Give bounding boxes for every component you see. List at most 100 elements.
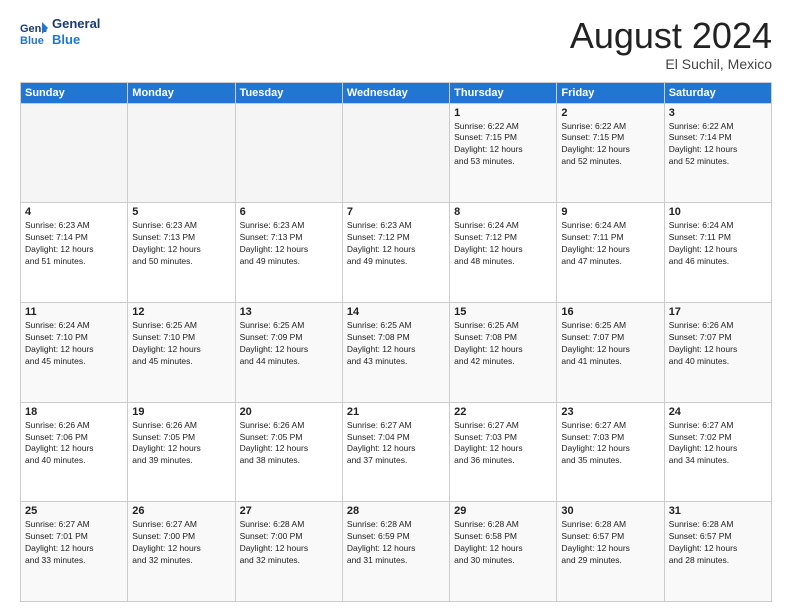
calendar-cell [342,103,449,203]
day-info: Sunrise: 6:24 AM Sunset: 7:10 PM Dayligh… [25,320,123,368]
calendar-cell: 30 Sunrise: 6:28 AM Sunset: 6:57 PM Dayli… [557,502,664,602]
calendar-cell: 9 Sunrise: 6:24 AM Sunset: 7:11 PM Daylig… [557,203,664,303]
title-block: August 2024 El Suchil, Mexico [570,16,772,72]
day-info: Sunrise: 6:25 AM Sunset: 7:08 PM Dayligh… [454,320,552,368]
calendar-week-4: 18 Sunrise: 6:26 AM Sunset: 7:06 PM Dayli… [21,402,772,502]
calendar-cell: 13Sunrise: 6:25 AM Sunset: 7:09 PM Dayli… [235,302,342,402]
day-info: Sunrise: 6:22 AM Sunset: 7:15 PM Dayligh… [561,121,659,169]
day-info: Sunrise: 6:28 AM Sunset: 6:58 PM Dayligh… [454,519,552,567]
day-info: Sunrise: 6:27 AM Sunset: 7:03 PM Dayligh… [454,420,552,468]
day-number: 14 [347,306,445,318]
calendar-cell: 20 Sunrise: 6:26 AM Sunset: 7:05 PM Dayli… [235,402,342,502]
calendar-cell [235,103,342,203]
calendar-cell: 5 Sunrise: 6:23 AM Sunset: 7:13 PM Daylig… [128,203,235,303]
day-number: 30 [561,505,659,517]
day-info: Sunrise: 6:25 AM Sunset: 7:07 PM Dayligh… [561,320,659,368]
calendar-cell: 14 Sunrise: 6:25 AM Sunset: 7:08 PM Dayli… [342,302,449,402]
calendar-cell: 24 Sunrise: 6:27 AM Sunset: 7:02 PM Dayli… [664,402,771,502]
logo-icon: General Blue [20,18,48,46]
calendar-week-5: 25 Sunrise: 6:27 AM Sunset: 7:01 PM Dayli… [21,502,772,602]
calendar-cell [128,103,235,203]
col-header-saturday: Saturday [664,82,771,103]
day-number: 17 [669,306,767,318]
logo-text-general: General [52,16,100,32]
calendar-cell: 22Sunrise: 6:27 AM Sunset: 7:03 PM Dayli… [450,402,557,502]
day-info: Sunrise: 6:27 AM Sunset: 7:04 PM Dayligh… [347,420,445,468]
header: General Blue General Blue August 2024 El… [20,16,772,72]
calendar-cell: 19 Sunrise: 6:26 AM Sunset: 7:05 PM Dayli… [128,402,235,502]
day-number: 16 [561,306,659,318]
calendar-week-2: 4Sunrise: 6:23 AM Sunset: 7:14 PM Daylig… [21,203,772,303]
day-number: 25 [25,505,123,517]
calendar-cell: 31 Sunrise: 6:28 AM Sunset: 6:57 PM Dayli… [664,502,771,602]
logo-text-blue: Blue [52,32,100,48]
calendar-cell: 21 Sunrise: 6:27 AM Sunset: 7:04 PM Dayli… [342,402,449,502]
day-info: Sunrise: 6:27 AM Sunset: 7:03 PM Dayligh… [561,420,659,468]
day-info: Sunrise: 6:27 AM Sunset: 7:02 PM Dayligh… [669,420,767,468]
day-info: Sunrise: 6:24 AM Sunset: 7:11 PM Dayligh… [561,220,659,268]
col-header-thursday: Thursday [450,82,557,103]
calendar-cell: 4Sunrise: 6:23 AM Sunset: 7:14 PM Daylig… [21,203,128,303]
day-info: Sunrise: 6:27 AM Sunset: 7:00 PM Dayligh… [132,519,230,567]
calendar-cell: 8 Sunrise: 6:24 AM Sunset: 7:12 PM Daylig… [450,203,557,303]
day-number: 23 [561,406,659,418]
day-number: 24 [669,406,767,418]
day-info: Sunrise: 6:24 AM Sunset: 7:12 PM Dayligh… [454,220,552,268]
calendar-cell: 23 Sunrise: 6:27 AM Sunset: 7:03 PM Dayli… [557,402,664,502]
day-number: 21 [347,406,445,418]
day-number: 19 [132,406,230,418]
day-number: 1 [454,107,552,119]
day-info: Sunrise: 6:23 AM Sunset: 7:14 PM Dayligh… [25,220,123,268]
day-number: 31 [669,505,767,517]
calendar-cell: 26 Sunrise: 6:27 AM Sunset: 7:00 PM Dayli… [128,502,235,602]
day-number: 12 [132,306,230,318]
calendar-header-row: SundayMondayTuesdayWednesdayThursdayFrid… [21,82,772,103]
col-header-sunday: Sunday [21,82,128,103]
day-number: 18 [25,406,123,418]
day-info: Sunrise: 6:26 AM Sunset: 7:05 PM Dayligh… [240,420,338,468]
calendar-cell: 12Sunrise: 6:25 AM Sunset: 7:10 PM Dayli… [128,302,235,402]
calendar-cell: 17 Sunrise: 6:26 AM Sunset: 7:07 PM Dayli… [664,302,771,402]
day-info: Sunrise: 6:27 AM Sunset: 7:01 PM Dayligh… [25,519,123,567]
calendar-cell: 10Sunrise: 6:24 AM Sunset: 7:11 PM Dayli… [664,203,771,303]
day-info: Sunrise: 6:28 AM Sunset: 6:57 PM Dayligh… [669,519,767,567]
day-number: 6 [240,206,338,218]
day-info: Sunrise: 6:26 AM Sunset: 7:05 PM Dayligh… [132,420,230,468]
calendar-cell: 3 Sunrise: 6:22 AM Sunset: 7:14 PM Daylig… [664,103,771,203]
day-info: Sunrise: 6:26 AM Sunset: 7:07 PM Dayligh… [669,320,767,368]
day-info: Sunrise: 6:25 AM Sunset: 7:08 PM Dayligh… [347,320,445,368]
calendar-cell: 15 Sunrise: 6:25 AM Sunset: 7:08 PM Dayli… [450,302,557,402]
calendar-table: SundayMondayTuesdayWednesdayThursdayFrid… [20,82,772,602]
day-info: Sunrise: 6:26 AM Sunset: 7:06 PM Dayligh… [25,420,123,468]
day-number: 20 [240,406,338,418]
calendar-cell: 11 Sunrise: 6:24 AM Sunset: 7:10 PM Dayli… [21,302,128,402]
day-info: Sunrise: 6:22 AM Sunset: 7:15 PM Dayligh… [454,121,552,169]
day-number: 15 [454,306,552,318]
day-number: 13 [240,306,338,318]
day-number: 9 [561,206,659,218]
day-number: 27 [240,505,338,517]
day-number: 2 [561,107,659,119]
day-info: Sunrise: 6:28 AM Sunset: 6:57 PM Dayligh… [561,519,659,567]
col-header-tuesday: Tuesday [235,82,342,103]
day-number: 8 [454,206,552,218]
calendar-week-3: 11 Sunrise: 6:24 AM Sunset: 7:10 PM Dayli… [21,302,772,402]
location: El Suchil, Mexico [570,56,772,72]
day-number: 29 [454,505,552,517]
calendar-cell: 27Sunrise: 6:28 AM Sunset: 7:00 PM Dayli… [235,502,342,602]
calendar-cell [21,103,128,203]
logo: General Blue General Blue [20,16,100,47]
day-info: Sunrise: 6:22 AM Sunset: 7:14 PM Dayligh… [669,121,767,169]
day-number: 5 [132,206,230,218]
day-info: Sunrise: 6:23 AM Sunset: 7:13 PM Dayligh… [132,220,230,268]
day-number: 26 [132,505,230,517]
day-info: Sunrise: 6:28 AM Sunset: 6:59 PM Dayligh… [347,519,445,567]
calendar-cell: 1 Sunrise: 6:22 AM Sunset: 7:15 PM Daylig… [450,103,557,203]
calendar-cell: 29 Sunrise: 6:28 AM Sunset: 6:58 PM Dayli… [450,502,557,602]
calendar-cell: 7Sunrise: 6:23 AM Sunset: 7:12 PM Daylig… [342,203,449,303]
calendar-cell: 2 Sunrise: 6:22 AM Sunset: 7:15 PM Daylig… [557,103,664,203]
day-number: 3 [669,107,767,119]
calendar-cell: 18 Sunrise: 6:26 AM Sunset: 7:06 PM Dayli… [21,402,128,502]
calendar-cell: 16 Sunrise: 6:25 AM Sunset: 7:07 PM Dayli… [557,302,664,402]
day-number: 11 [25,306,123,318]
